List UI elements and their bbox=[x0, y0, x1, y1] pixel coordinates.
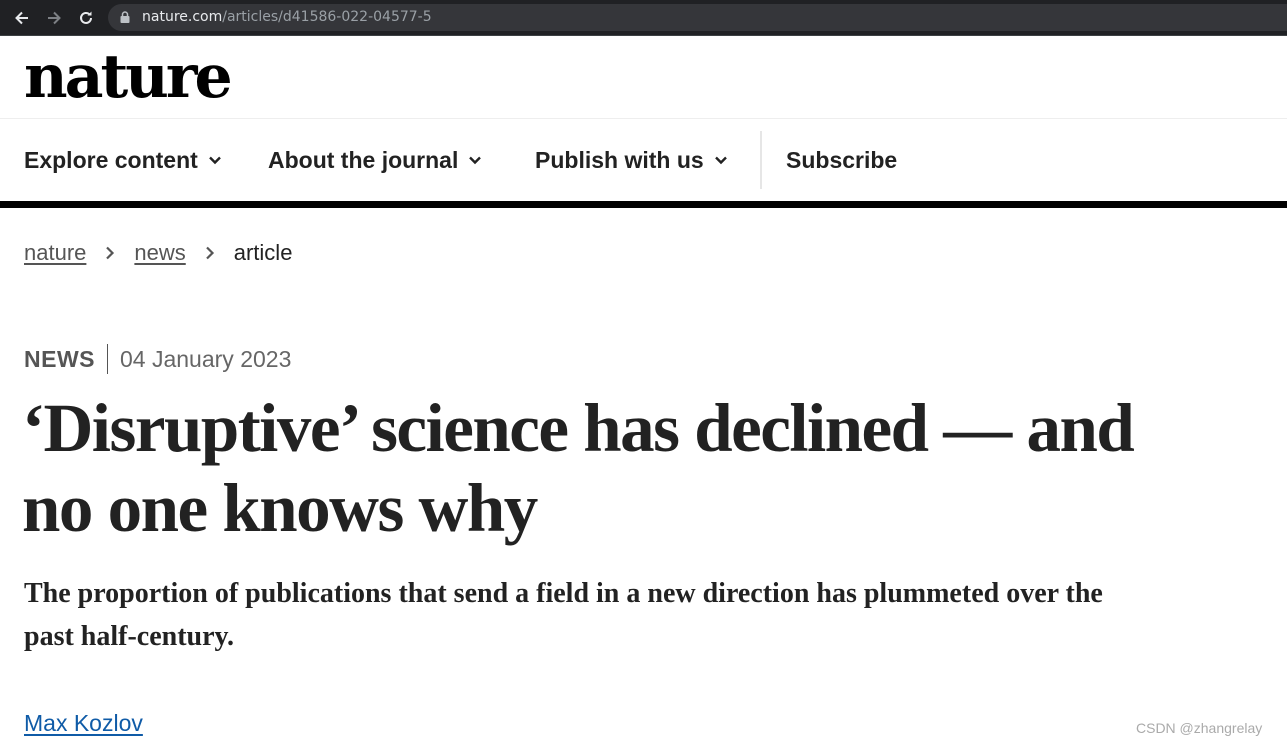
watermark: CSDN @zhangrelay bbox=[1136, 720, 1263, 736]
address-bar[interactable]: nature.com/articles/d41586-022-04577-5 bbox=[108, 4, 1287, 31]
meta-divider bbox=[107, 344, 108, 374]
url-text: nature.com/articles/d41586-022-04577-5 bbox=[142, 9, 432, 25]
breadcrumb-current: article bbox=[233, 240, 293, 265]
nav-bottom-rule bbox=[0, 201, 1287, 208]
author-link[interactable]: Max Kozlov bbox=[24, 710, 143, 737]
nav-about-journal[interactable]: About the journal bbox=[268, 119, 482, 201]
back-icon[interactable] bbox=[10, 6, 34, 30]
chevron-right-icon bbox=[106, 246, 115, 260]
nav-item-label: Explore content bbox=[24, 146, 198, 173]
subscribe-link[interactable]: Subscribe bbox=[786, 119, 897, 201]
nav-publish-with-us[interactable]: Publish with us bbox=[535, 119, 728, 201]
breadcrumb: nature news article bbox=[24, 238, 292, 268]
nav-item-label: About the journal bbox=[268, 146, 459, 173]
main-nav: Explore content About the journal Publis… bbox=[0, 119, 1287, 201]
nav-divider bbox=[760, 131, 762, 189]
reload-icon[interactable] bbox=[74, 6, 98, 30]
chevron-down-icon bbox=[208, 156, 221, 165]
nav-item-label: Publish with us bbox=[535, 146, 704, 173]
breadcrumb-nature[interactable]: nature bbox=[24, 240, 86, 266]
article-title: ‘Disruptive’ science has declined — and … bbox=[22, 390, 1135, 546]
breadcrumb-news[interactable]: news bbox=[134, 240, 185, 266]
site-logo[interactable]: nature bbox=[24, 42, 233, 112]
browser-toolbar: nature.com/articles/d41586-022-04577-5 bbox=[0, 0, 1287, 36]
chevron-down-icon bbox=[469, 156, 482, 165]
article-date: 04 January 2023 bbox=[120, 345, 292, 372]
url-path: /articles/d41586-022-04577-5 bbox=[222, 9, 432, 25]
lock-icon bbox=[120, 11, 130, 23]
forward-icon[interactable] bbox=[42, 6, 66, 30]
article-type: NEWS bbox=[24, 345, 95, 372]
chevron-right-icon bbox=[205, 246, 214, 260]
url-domain: nature.com bbox=[142, 9, 223, 25]
article-standfirst: The proportion of publications that send… bbox=[24, 578, 1103, 652]
chevron-down-icon bbox=[714, 156, 727, 165]
nav-explore-content[interactable]: Explore content bbox=[24, 119, 222, 201]
article-meta: NEWS 04 January 2023 bbox=[24, 343, 291, 375]
